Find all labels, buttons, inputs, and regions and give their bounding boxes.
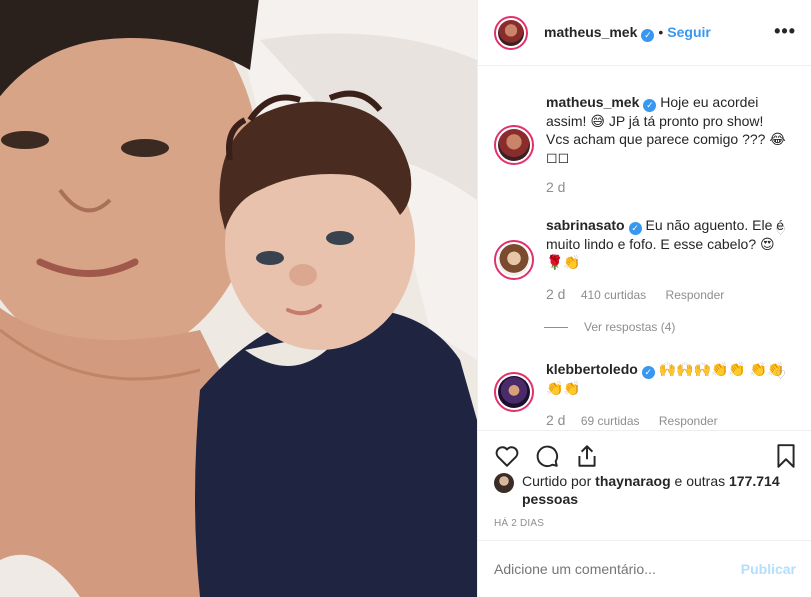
author-username[interactable]: matheus_mek [544,24,637,40]
reply-button[interactable]: Responder [666,288,725,302]
likes-middle: e outras [670,473,729,489]
follow-button[interactable]: Seguir [667,24,711,40]
bookmark-icon[interactable] [773,443,799,469]
comment-meta: 2 d 69 curtidas Responder [546,412,734,428]
comment-username[interactable]: sabrinasato [546,217,625,233]
verified-icon: ✓ [628,222,642,235]
verified-icon: ✓ [641,28,655,42]
likes-text: Curtido por thaynaraog e outras 177.714 … [522,472,804,508]
separator-dot: • [658,23,664,40]
view-replies-button[interactable]: Ver respostas (4) [584,320,675,334]
caption-age: 2 d [546,179,566,195]
comment-input[interactable] [494,561,724,577]
author-avatar[interactable] [494,15,528,50]
comment-avatar[interactable] [494,240,534,280]
post-header: matheus_mek ✓ • Seguir ••• [478,0,811,66]
liker-username[interactable]: thaynaraog [595,473,670,489]
likes-summary: Curtido por thaynaraog e outras 177.714 … [494,472,804,508]
comment-avatar[interactable] [494,372,534,412]
comment-likes[interactable]: 410 curtidas [581,288,646,302]
likes-prefix: Curtido por [522,473,596,489]
comment-likes[interactable]: 69 curtidas [581,414,640,428]
share-icon[interactable] [574,443,600,469]
verified-icon: ✓ [643,99,657,112]
comments-section: matheus_mek ✓ Hoje eu acordei assim! 😅 JP… [478,67,811,429]
post-side-panel: matheus_mek ✓ • Seguir ••• matheus_mek ✓ Hoj… [477,0,811,597]
comment-meta: 2 d 410 curtidas Responder [546,286,740,302]
comment-icon[interactable] [534,443,560,469]
comment-age: 2 d [546,412,566,428]
publish-button[interactable]: Publicar [741,561,796,577]
post-image [0,0,477,597]
comment-like-heart-icon[interactable]: ♡ [775,368,786,382]
comment-body: klebbertoledo ✓ 🙌🙌🙌👏👏 👏👏👏👏 [546,360,786,397]
post-photo[interactable] [0,0,477,597]
caption-meta: 2 d [546,179,577,195]
more-icon[interactable]: ••• [774,22,796,40]
caption-avatar[interactable] [494,125,534,165]
heart-icon[interactable] [494,443,520,469]
instagram-post: matheus_mek ✓ • Seguir ••• matheus_mek ✓ Hoj… [0,0,811,597]
author-line: matheus_mek ✓ • Seguir [544,24,711,42]
caption-body: matheus_mek ✓ Hoje eu acordei assim! 😅 JP… [546,93,786,166]
comment-body: sabrinasato ✓ Eu não aguento. Ele é muito… [546,216,786,271]
likes-suffix[interactable]: pessoas [522,491,578,507]
verified-icon: ✓ [641,366,655,379]
reply-button[interactable]: Responder [659,414,718,428]
liker-avatar[interactable] [494,473,514,493]
add-comment-box: Publicar [478,540,811,597]
post-timestamp[interactable]: HÁ 2 DIAS [494,518,544,529]
comment-age: 2 d [546,286,566,302]
comment-username[interactable]: klebbertoledo [546,361,638,377]
comment-like-heart-icon[interactable]: ♡ [775,224,786,238]
caption-username[interactable]: matheus_mek [546,94,639,110]
likes-count[interactable]: 177.714 [729,473,780,489]
